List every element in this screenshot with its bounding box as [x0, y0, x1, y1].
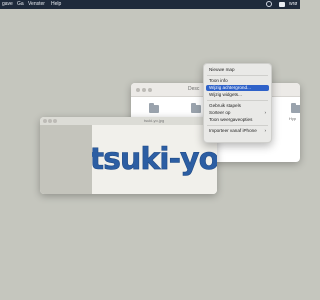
menu-label: Toon info	[209, 78, 228, 83]
image-title: tsuki-yo.jpg	[144, 118, 165, 123]
menu-separator	[207, 75, 268, 76]
menu-label: Nieuwe map	[209, 67, 235, 72]
image-sidebar	[40, 125, 92, 194]
image-window[interactable]: tsuki-yo.jpg tsuki-yo	[40, 117, 217, 194]
folder-icon[interactable]	[191, 103, 201, 113]
menu-separator	[207, 125, 268, 126]
calligraphy-text: tsuki-yo	[92, 142, 217, 177]
close-button[interactable]	[136, 88, 140, 92]
menu-item-venster[interactable]: Venster	[28, 0, 45, 9]
folder-icon[interactable]	[291, 103, 300, 113]
menu-bar: gave Ga Venster Help wrø	[0, 0, 300, 9]
menu-edit-widgets[interactable]: Wijzig widgets...	[206, 92, 269, 98]
menu-import-from-iphone[interactable]: Importeer vanaf iPhone ›	[206, 128, 269, 134]
menu-new-folder[interactable]: Nieuwe map	[206, 67, 269, 73]
desktop-context-menu: Nieuwe map Toon info Wijzig achtergrond.…	[203, 63, 272, 143]
menu-label: Toon weergaveopties	[209, 117, 253, 122]
menu-change-background[interactable]: Wijzig achtergrond...	[206, 85, 269, 91]
zoom-button[interactable]	[53, 119, 57, 123]
menu-item-gave[interactable]: gave	[2, 0, 13, 9]
minimize-button[interactable]	[48, 119, 52, 123]
menu-label: Sorteer op	[209, 110, 231, 115]
calligraphy-art: tsuki-yo	[92, 142, 217, 178]
battery-icon[interactable]	[279, 2, 285, 7]
menu-label: Gebruik stapels	[209, 103, 241, 108]
close-button[interactable]	[43, 119, 47, 123]
calligraphy-photo: tsuki-yo	[92, 125, 217, 194]
menu-label: Importeer vanaf iPhone	[209, 128, 257, 133]
folder-icon[interactable]	[149, 103, 159, 113]
finder-title: Desc	[188, 86, 200, 92]
chevron-right-icon: ›	[264, 128, 266, 133]
folder-label: Hyp	[289, 116, 297, 121]
chevron-right-icon: ›	[264, 110, 266, 115]
menu-separator	[207, 100, 268, 101]
menu-sort-by[interactable]: Sorteer op ›	[206, 110, 269, 116]
menu-label: Wijzig widgets...	[209, 92, 242, 97]
menu-get-info[interactable]: Toon info	[206, 78, 269, 84]
user-menu[interactable]: wrø	[289, 0, 297, 9]
menu-use-stacks[interactable]: Gebruik stapels	[206, 103, 269, 109]
menu-show-view-options[interactable]: Toon weergaveopties	[206, 117, 269, 123]
menu-label: Wijzig achtergrond...	[209, 85, 251, 90]
zoom-button[interactable]	[148, 88, 152, 92]
menu-item-ga[interactable]: Ga	[17, 0, 24, 9]
minimize-button[interactable]	[142, 88, 146, 92]
menu-item-help[interactable]: Help	[51, 0, 61, 9]
clock-icon[interactable]	[266, 1, 272, 7]
